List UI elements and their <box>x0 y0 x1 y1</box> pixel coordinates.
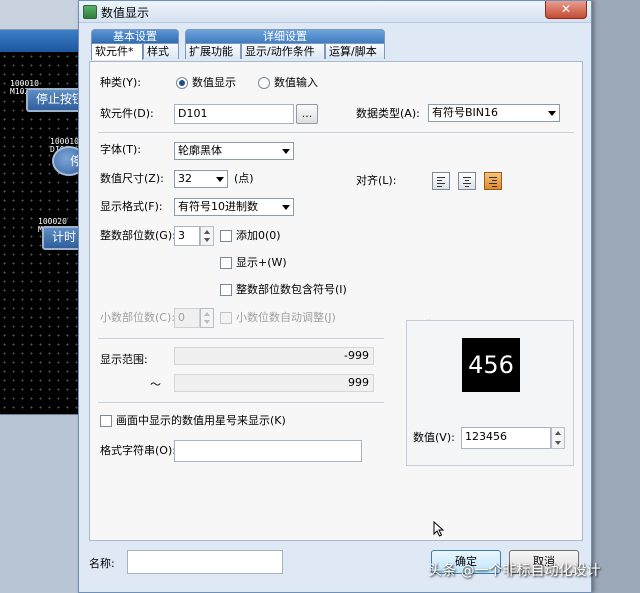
align-left-button[interactable] <box>432 172 450 190</box>
show-plus-label[interactable]: 显示+(W) <box>236 256 287 270</box>
settings-panel: 种类(Y): 数值显示 数值输入 软元件(D): D101 ... 数据类型(A… <box>89 61 583 541</box>
separator <box>98 132 574 133</box>
mouse-cursor-icon <box>433 521 445 537</box>
include-sign-label[interactable]: 整数部位数包含符号(I) <box>236 283 347 297</box>
data-type-value: 有符号BIN16 <box>432 106 499 119</box>
dialog-title: 数值显示 <box>101 6 150 20</box>
add-zero-checkbox[interactable] <box>220 230 232 242</box>
chevron-down-icon <box>282 205 290 210</box>
radio-numeric-display-label[interactable]: 数值显示 <box>192 76 236 90</box>
dialog-titlebar[interactable]: 数值显示 ✕ <box>79 1 591 23</box>
device-browse-button[interactable]: ... <box>296 104 318 124</box>
size-unit: (点) <box>234 172 254 185</box>
add-zero-label[interactable]: 添加0(0) <box>236 229 281 243</box>
range-min-value: -999 <box>174 347 374 365</box>
font-select[interactable]: 轮廓黑体 <box>174 142 294 160</box>
spinner-up-icon <box>555 431 561 435</box>
include-sign-checkbox[interactable] <box>220 284 232 296</box>
tab-group-detail-header: 详细设置 <box>185 29 385 43</box>
numeric-display-dialog: 数值显示 ✕ 基本设置 软元件* 样式 详细设置 扩展功能 显示/动作条件 运算… <box>78 0 592 593</box>
name-input[interactable] <box>127 550 283 574</box>
spinner-down-icon <box>204 238 210 242</box>
preview-display: 456 <box>462 338 520 392</box>
font-value: 轮廓黑体 <box>178 144 222 157</box>
tab-group-basic: 基本设置 软元件* 样式 <box>91 29 179 61</box>
app-icon <box>83 5 97 19</box>
size-label: 数值尺寸(Z): <box>100 172 164 185</box>
format-select[interactable]: 有符号10进制数 <box>174 198 294 216</box>
device-input[interactable]: D101 <box>174 104 294 124</box>
editor-lower-panel <box>0 414 82 593</box>
mask-label[interactable]: 画面中显示的数值用星号来显示(K) <box>116 414 286 428</box>
radio-numeric-input-label[interactable]: 数值输入 <box>274 76 318 90</box>
decimal-digits-label: 小数部位数(C): <box>100 311 175 324</box>
object-button: 停止按钮 <box>26 88 86 112</box>
tab-group-detail: 详细设置 扩展功能 显示/动作条件 运算/脚本 <box>185 29 385 61</box>
chevron-down-icon <box>548 111 556 116</box>
data-type-label: 数据类型(A): <box>356 107 420 120</box>
preview-value-label: 数值(V): <box>413 431 455 444</box>
align-right-button[interactable] <box>484 172 502 190</box>
font-label: 字体(T): <box>100 143 142 156</box>
int-digits-spinner[interactable] <box>200 226 214 246</box>
tab-style[interactable]: 样式 <box>143 43 179 59</box>
close-button[interactable]: ✕ <box>545 1 587 19</box>
auto-decimal-label[interactable]: 小数位数自动调整(J) <box>236 311 336 325</box>
watermark: 头条 @一个非标自动化设计 <box>428 563 601 579</box>
format-string-label: 格式字符串(O): <box>100 444 176 457</box>
format-value: 有符号10进制数 <box>178 200 258 213</box>
kind-label: 种类(Y): <box>100 76 142 89</box>
editor-canvas[interactable]: 100010 M102 停止按钮 100010 D100 停 100020 M1… <box>0 52 86 414</box>
format-label: 显示格式(F): <box>100 200 163 213</box>
int-digits-label: 整数部位数(G): <box>100 229 176 242</box>
int-digits-input[interactable]: 3 <box>174 226 200 246</box>
canvas-object-stop-button[interactable]: 100010 M102 停止按钮 <box>10 80 86 120</box>
auto-decimal-checkbox[interactable] <box>220 312 232 324</box>
decimal-digits-input[interactable]: 0 <box>174 308 200 328</box>
data-type-select[interactable]: 有符号BIN16 <box>428 104 560 122</box>
preview-value-spinner[interactable] <box>551 427 565 449</box>
align-label: 对齐(L): <box>356 174 397 187</box>
preview-group: 456 数值(V): 123456 <box>406 320 574 466</box>
preview-value-input[interactable]: 123456 <box>461 427 551 449</box>
tab-operation-script[interactable]: 运算/脚本 <box>325 43 385 59</box>
editor-toolbar <box>0 0 82 30</box>
decimal-digits-spinner[interactable] <box>200 308 214 328</box>
size-value: 32 <box>178 172 192 185</box>
separator <box>98 338 384 339</box>
chevron-down-icon <box>282 149 290 154</box>
device-label: 软元件(D): <box>100 107 154 120</box>
name-label: 名称: <box>89 557 115 570</box>
tab-group-basic-header: 基本设置 <box>91 29 179 43</box>
separator <box>98 402 384 403</box>
mask-checkbox[interactable] <box>100 415 112 427</box>
spinner-up-icon <box>204 230 210 234</box>
chevron-down-icon <box>216 177 224 182</box>
range-tilde: ～ <box>150 378 161 391</box>
tab-display-condition[interactable]: 显示/动作条件 <box>241 43 325 59</box>
tab-extended[interactable]: 扩展功能 <box>185 43 241 59</box>
radio-numeric-input[interactable] <box>258 77 270 89</box>
spinner-down-icon <box>204 320 210 324</box>
tab-device[interactable]: 软元件* <box>91 43 143 60</box>
align-center-button[interactable] <box>458 172 476 190</box>
range-max-value: 999 <box>174 374 374 392</box>
show-plus-checkbox[interactable] <box>220 257 232 269</box>
editor-titlebar <box>0 30 82 52</box>
radio-numeric-display[interactable] <box>176 77 188 89</box>
size-select[interactable]: 32 <box>174 170 228 188</box>
spinner-down-icon <box>555 441 561 445</box>
range-label: 显示范围: <box>100 353 148 366</box>
canvas-object-timer[interactable]: 100020 M104 计时 <box>38 218 86 258</box>
spinner-up-icon <box>204 312 210 316</box>
format-string-input[interactable] <box>174 440 362 462</box>
